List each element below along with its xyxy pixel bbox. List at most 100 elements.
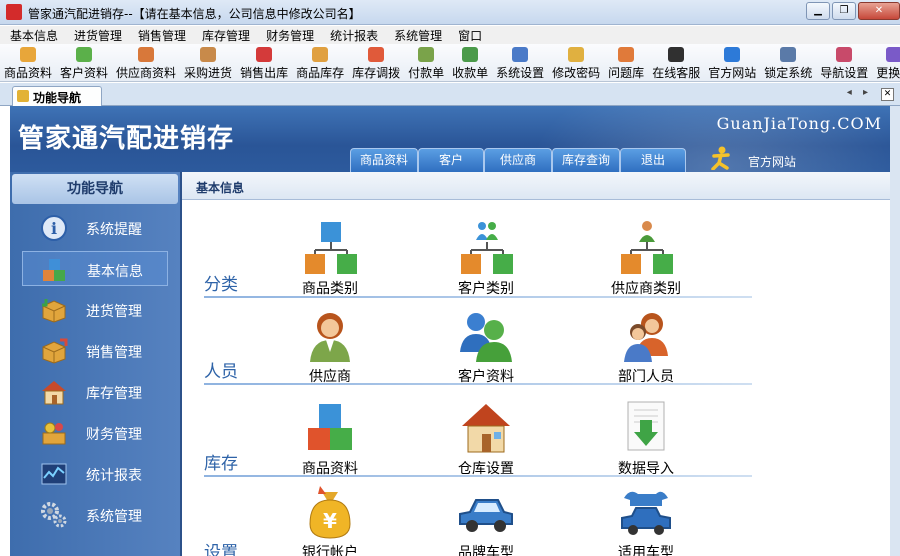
cubes-icon xyxy=(308,404,352,450)
item-label: 银行帐户 xyxy=(302,545,358,556)
quick-tab-stock-query[interactable]: 库存查询 xyxy=(552,148,620,172)
sidebar-item-basic-info[interactable]: 基本信息 xyxy=(22,251,168,286)
sidebar: 功能导航 i 系统提醒 基本信息 进货管理 销售管理 库存管理 财务管理 统计报… xyxy=(10,172,181,556)
section-label-settings: 设置 xyxy=(204,543,238,556)
item-label: 客户资料 xyxy=(458,369,514,385)
finance-icon xyxy=(42,422,66,445)
toolbar-button-label: 库存调拨 xyxy=(352,66,401,80)
item-supplier-category[interactable]: 供应商类别 xyxy=(586,220,706,300)
sidebar-item-reminders[interactable]: i 系统提醒 xyxy=(22,210,168,245)
sidebar-item-label: 基本信息 xyxy=(87,264,143,280)
toolbar-button-label: 问题库 xyxy=(608,66,645,80)
sidebar-item-label: 财务管理 xyxy=(86,427,142,443)
toolbar-button-payment[interactable]: 付款单 xyxy=(404,44,448,81)
sidebar-item-purchase[interactable]: 进货管理 xyxy=(22,292,168,327)
menu-inventory[interactable]: 库存管理 xyxy=(192,26,256,44)
sidebar-item-system[interactable]: 系统管理 xyxy=(22,497,168,532)
transfer-icon xyxy=(368,47,385,62)
toolbar-button-customers[interactable]: 客户资料 xyxy=(56,44,112,81)
menu-reports[interactable]: 统计报表 xyxy=(320,26,384,44)
toolbar-button-lock[interactable]: 锁定系统 xyxy=(760,44,816,81)
toolbar-button-service[interactable]: 在线客服 xyxy=(648,44,704,81)
item-bank-account[interactable]: ¥ 银行帐户 xyxy=(270,484,390,556)
toolbar-button-label: 锁定系统 xyxy=(764,66,813,80)
breadcrumb: 基本信息 xyxy=(196,181,245,195)
sidebar-item-label: 库存管理 xyxy=(86,386,142,402)
sidebar-title: 功能导航 xyxy=(12,174,178,204)
item-label: 供应商 xyxy=(309,369,351,385)
item-department-staff[interactable]: 部门人员 xyxy=(586,308,706,388)
payment-icon xyxy=(418,47,435,62)
toolbar-button-password[interactable]: 修改密码 xyxy=(548,44,604,81)
section-label-category: 分类 xyxy=(204,275,238,295)
toolbar-button-label: 客户资料 xyxy=(60,66,109,80)
menu-finance[interactable]: 财务管理 xyxy=(256,26,320,44)
running-person-icon xyxy=(711,146,730,170)
tab-close-button[interactable]: ✕ xyxy=(881,88,894,101)
toolbar-button-receipt[interactable]: 收款单 xyxy=(448,44,492,81)
question-icon xyxy=(618,47,635,62)
menu-purchase[interactable]: 进货管理 xyxy=(64,26,128,44)
sidebar-item-finance[interactable]: 财务管理 xyxy=(22,415,168,450)
staff-icon xyxy=(624,313,668,362)
toolbar-button-goods[interactable]: 商品资料 xyxy=(0,44,56,81)
item-applicable-model[interactable]: 适用车型 xyxy=(586,484,706,556)
item-goods-data[interactable]: 商品资料 xyxy=(270,400,390,480)
menu-window[interactable]: 窗口 xyxy=(448,26,488,44)
item-label: 客户类别 xyxy=(458,281,514,297)
item-customer-category[interactable]: 客户类别 xyxy=(426,220,546,300)
tab-function-nav[interactable]: 功能导航 xyxy=(12,86,102,106)
menu-system[interactable]: 系统管理 xyxy=(384,26,448,44)
customer-hierarchy-icon xyxy=(461,222,513,274)
menu-basic-info[interactable]: 基本信息 xyxy=(0,26,64,44)
quick-tab-exit[interactable]: 退出 xyxy=(620,148,686,172)
item-label: 品牌车型 xyxy=(458,545,514,556)
item-data-import[interactable]: 数据导入 xyxy=(586,400,706,480)
ie-icon xyxy=(724,47,741,62)
toolbar-button-settings[interactable]: 系统设置 xyxy=(492,44,548,81)
item-brand-model[interactable]: 品牌车型 xyxy=(426,484,546,556)
toolbar-button-label: 官方网站 xyxy=(708,66,757,80)
car-wrench-icon xyxy=(621,491,671,535)
quick-tab-suppliers[interactable]: 供应商 xyxy=(484,148,552,172)
close-button[interactable]: ✕ xyxy=(858,2,900,20)
item-label: 部门人员 xyxy=(618,369,674,385)
sales-icon xyxy=(256,47,273,62)
toolbar-button-question[interactable]: 问题库 xyxy=(604,44,648,81)
toolbar-button-sales[interactable]: 销售出库 xyxy=(236,44,292,81)
toolbar-button-label: 修改密码 xyxy=(552,66,601,80)
toolbar-button-stock[interactable]: 商品库存 xyxy=(292,44,348,81)
sales-box-icon xyxy=(42,338,68,364)
toolbar-button-skin[interactable]: 更换皮 xyxy=(872,44,900,81)
item-customer[interactable]: 客户资料 xyxy=(426,308,546,388)
item-supplier[interactable]: 供应商 xyxy=(270,308,390,388)
sidebar-item-reports[interactable]: 统计报表 xyxy=(22,456,168,491)
section-label-people: 人员 xyxy=(204,362,238,382)
tab-scroll-arrows[interactable]: ◂ ▸ xyxy=(847,87,872,98)
brand-url: GuanJiaTong.COM xyxy=(716,114,882,133)
section-label-inventory: 库存 xyxy=(204,454,238,474)
toolbar-button-label: 导航设置 xyxy=(820,66,869,80)
toolbar-button-transfer[interactable]: 库存调拨 xyxy=(348,44,404,81)
restore-button[interactable]: ❐ xyxy=(832,2,856,20)
item-label: 仓库设置 xyxy=(458,461,514,477)
quick-tab-customers[interactable]: 客户 xyxy=(418,148,484,172)
menu-sales[interactable]: 销售管理 xyxy=(128,26,192,44)
customers-icon xyxy=(76,47,93,62)
sidebar-item-label: 销售管理 xyxy=(86,345,142,361)
item-warehouse-settings[interactable]: 仓库设置 xyxy=(426,400,546,480)
toolbar-button-purchase[interactable]: 采购进货 xyxy=(180,44,236,81)
sidebar-item-inventory[interactable]: 库存管理 xyxy=(22,374,168,409)
sidebar-item-sales[interactable]: 销售管理 xyxy=(22,333,168,368)
toolbar-button-supplier[interactable]: 供应商资料 xyxy=(112,44,180,81)
official-site-link[interactable]: 官方网站 xyxy=(748,153,796,170)
warehouse-house-icon xyxy=(462,404,510,453)
minimize-button[interactable]: ▁ xyxy=(806,2,830,20)
toolbar-button-ie[interactable]: 官方网站 xyxy=(704,44,760,81)
quick-tab-goods[interactable]: 商品资料 xyxy=(350,148,418,172)
toolbar-button-nav-settings[interactable]: 导航设置 xyxy=(816,44,872,81)
item-goods-category[interactable]: 商品类别 xyxy=(270,220,390,300)
toolbar: 商品资料 客户资料 供应商资料 采购进货 销售出库 商品库存 库存调拨 付款单 收款单 系统设置修… xyxy=(0,44,900,82)
toolbar-button-label: 商品库存 xyxy=(296,66,345,80)
window-title: 管家通汽配进销存--【请在基本信息，公司信息中修改公司名】 xyxy=(28,7,361,21)
